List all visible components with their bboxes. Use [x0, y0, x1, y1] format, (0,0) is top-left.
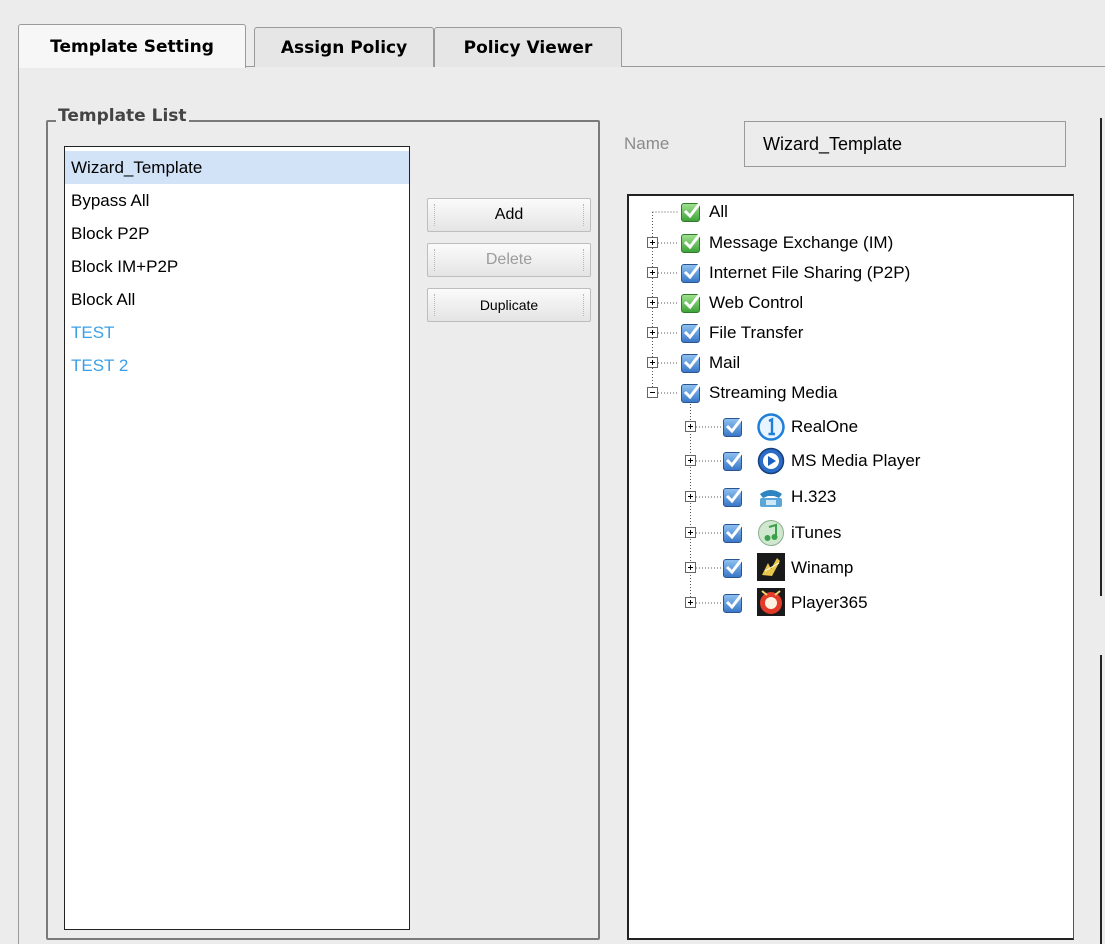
tree-node-itunes[interactable]: iTunes: [791, 518, 841, 548]
expand-icon[interactable]: [647, 237, 658, 248]
checkbox-checked-icon[interactable]: [681, 383, 702, 403]
list-item[interactable]: Block P2P: [65, 217, 409, 250]
policy-tree[interactable]: All Message Exchange (IM) Internet File …: [627, 194, 1074, 940]
duplicate-button[interactable]: Duplicate: [427, 288, 591, 322]
expand-icon[interactable]: [685, 597, 696, 608]
expand-icon[interactable]: [685, 527, 696, 538]
checkbox-checked-icon[interactable]: [681, 233, 702, 253]
template-list-title: Template List: [56, 106, 189, 126]
tree-node-all[interactable]: All: [709, 197, 728, 227]
checkbox-checked-icon[interactable]: [723, 593, 744, 613]
expand-icon[interactable]: [647, 267, 658, 278]
tree-node-file-transfer[interactable]: File Transfer: [709, 318, 803, 348]
tree-node-winamp[interactable]: Winamp: [791, 553, 853, 583]
winamp-icon: [757, 553, 785, 581]
expand-icon[interactable]: [685, 491, 696, 502]
tree-node-realone[interactable]: RealOne: [791, 412, 858, 442]
expand-icon[interactable]: [647, 327, 658, 338]
tree-node-file-sharing[interactable]: Internet File Sharing (P2P): [709, 258, 910, 288]
list-item[interactable]: Block IM+P2P: [65, 250, 409, 283]
player365-icon: [757, 588, 785, 616]
checkbox-checked-icon[interactable]: [723, 487, 744, 507]
tree-node-web-control[interactable]: Web Control: [709, 288, 803, 318]
realone-icon: [757, 413, 785, 441]
checkbox-checked-icon[interactable]: [681, 263, 702, 283]
list-item[interactable]: Wizard_Template: [65, 151, 409, 184]
list-item[interactable]: Bypass All: [65, 184, 409, 217]
name-label: Name: [624, 134, 670, 153]
list-item[interactable]: TEST: [65, 316, 409, 349]
itunes-icon: [758, 520, 784, 546]
expand-icon[interactable]: [685, 562, 696, 573]
checkbox-checked-icon[interactable]: [681, 202, 702, 222]
tab-policy-viewer[interactable]: Policy Viewer: [434, 27, 622, 67]
checkbox-checked-icon[interactable]: [681, 293, 702, 313]
tree-node-h323[interactable]: H.323: [791, 482, 836, 512]
template-listbox[interactable]: Wizard_Template Bypass All Block P2P Blo…: [64, 146, 410, 930]
tree-node-streaming-media[interactable]: Streaming Media: [709, 378, 838, 408]
expand-icon[interactable]: [647, 357, 658, 368]
checkbox-checked-icon[interactable]: [723, 417, 744, 437]
tab-assign-policy[interactable]: Assign Policy: [254, 27, 434, 67]
expand-icon[interactable]: [647, 297, 658, 308]
list-item[interactable]: TEST 2: [65, 349, 409, 382]
list-item[interactable]: Block All: [65, 283, 409, 316]
tab-template-setting[interactable]: Template Setting: [18, 24, 246, 68]
checkbox-checked-icon[interactable]: [681, 353, 702, 373]
tree-node-mail[interactable]: Mail: [709, 348, 740, 378]
collapse-icon[interactable]: [647, 387, 658, 398]
expand-icon[interactable]: [685, 455, 696, 466]
tree-node-ms-media-player[interactable]: MS Media Player: [791, 446, 920, 476]
add-button[interactable]: Add: [427, 198, 591, 232]
delete-button[interactable]: Delete: [427, 243, 591, 277]
name-field[interactable]: Wizard_Template: [744, 121, 1066, 167]
checkbox-checked-icon[interactable]: [723, 558, 744, 578]
checkbox-checked-icon[interactable]: [723, 451, 744, 471]
media-player-icon: [757, 447, 785, 475]
phone-icon: [760, 490, 782, 507]
checkbox-checked-icon[interactable]: [723, 523, 744, 543]
checkbox-checked-icon[interactable]: [681, 323, 702, 343]
expand-icon[interactable]: [685, 421, 696, 432]
panel-divider: [1100, 118, 1102, 596]
tree-node-player365[interactable]: Player365: [791, 588, 868, 618]
tree-node-message-exchange[interactable]: Message Exchange (IM): [709, 228, 893, 258]
panel-divider: [1100, 655, 1102, 944]
